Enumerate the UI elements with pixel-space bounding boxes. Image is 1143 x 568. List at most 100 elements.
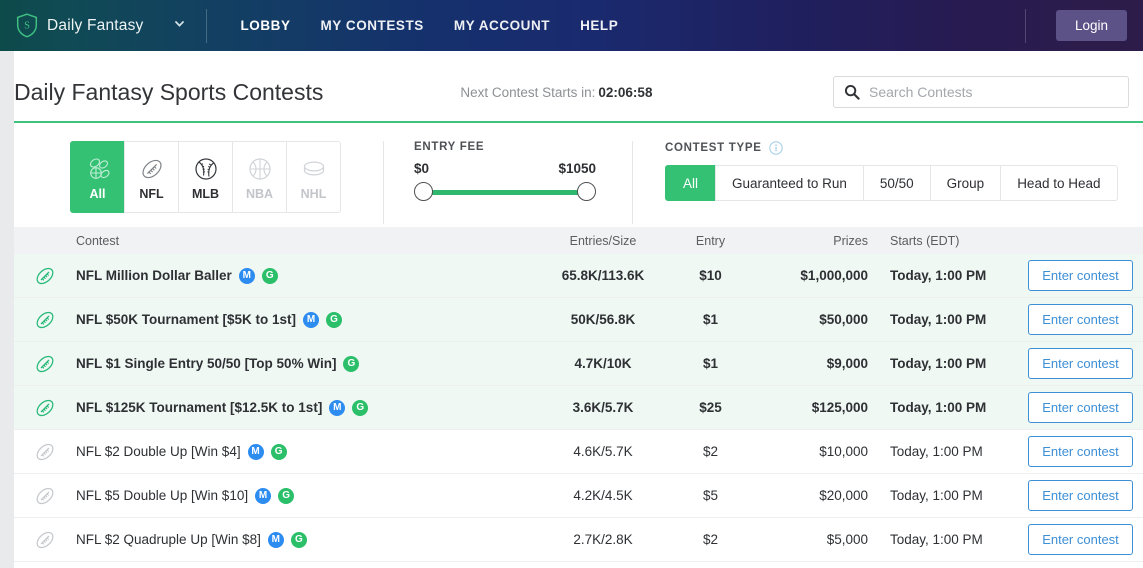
nav-divider	[205, 8, 207, 43]
row-prizes: $10,000	[819, 444, 868, 459]
table-row[interactable]: NFL $50K Tournament [$5K to 1st] M G 50K/56…	[14, 298, 1143, 342]
row-sport-icon-cell	[14, 351, 76, 377]
basketball-icon	[245, 154, 275, 184]
badge-g: G	[343, 355, 360, 372]
info-icon[interactable]	[768, 141, 783, 155]
table-row[interactable]: NFL Million Dollar Baller M G 65.8K/113.6K $…	[14, 254, 1143, 298]
contest-type-all[interactable]: All	[665, 165, 717, 201]
brand-logo[interactable]: S Daily Fantasy	[0, 13, 186, 38]
enter-contest-button[interactable]: Enter contest	[1028, 524, 1133, 555]
badge-g: G	[352, 399, 369, 416]
enter-contest-button[interactable]: Enter contest	[1028, 304, 1133, 335]
enter-contest-button[interactable]: Enter contest	[1028, 436, 1133, 467]
row-entry-fee: $10	[699, 268, 722, 283]
badge-m: M	[238, 267, 255, 284]
header-entry: Entry	[695, 233, 726, 248]
chevron-down-icon[interactable]	[173, 17, 186, 30]
enter-contest-button[interactable]: Enter contest	[1028, 392, 1133, 423]
row-sport-icon-cell	[14, 395, 76, 421]
sport-tab-mlb[interactable]: MLB	[178, 141, 233, 213]
football-icon	[32, 483, 58, 509]
badge-m: M	[255, 487, 272, 504]
row-start-time: Today, 1:00 PM	[890, 268, 987, 283]
entry-fee-slider[interactable]	[414, 182, 596, 202]
login-button[interactable]: Login	[1055, 10, 1127, 41]
row-start-time: Today, 1:00 PM	[890, 532, 983, 547]
contest-name: NFL $1 Single Entry 50/50 [Top 50% Win]	[76, 356, 337, 371]
row-contest-cell: NFL $1 Single Entry 50/50 [Top 50% Win] G	[76, 355, 543, 372]
contest-type-label: CONTEST TYPE	[665, 142, 762, 154]
top-navigation-bar: S Daily Fantasy LOBBY MY CONTESTS MY ACC…	[0, 0, 1143, 51]
search-box[interactable]	[833, 76, 1129, 108]
next-contest-countdown: Next Contest Starts in: 02:06:58	[460, 85, 652, 100]
contest-name: NFL $2 Quadruple Up [Win $8]	[76, 532, 261, 547]
row-start-time: Today, 1:00 PM	[890, 488, 983, 503]
brand-name: Daily Fantasy	[47, 16, 144, 34]
football-icon	[32, 439, 58, 465]
contest-type-head-to-head[interactable]: Head to Head	[1000, 165, 1118, 201]
row-action-cell: Enter contest	[1018, 304, 1143, 335]
nav-link-help[interactable]: HELP	[580, 18, 618, 33]
enter-contest-button[interactable]: Enter contest	[1028, 480, 1133, 511]
row-sport-icon-cell	[14, 527, 76, 553]
entry-fee-filter: ENTRY FEE $0 $1050	[414, 141, 596, 202]
badge-g: G	[326, 311, 343, 328]
filter-divider-1	[383, 141, 384, 224]
sport-tab-label: NHL	[300, 186, 327, 201]
page-header-row: Daily Fantasy Sports Contests Next Conte…	[0, 51, 1143, 113]
row-entry-fee: $1	[702, 356, 719, 371]
contest-type-group[interactable]: Group	[929, 165, 1002, 201]
sport-tab-label: All	[89, 186, 106, 201]
row-start-time: Today, 1:00 PM	[890, 400, 987, 415]
sport-tab-label: NBA	[245, 186, 274, 201]
row-start-time: Today, 1:00 PM	[890, 444, 983, 459]
nav-link-my-contests[interactable]: MY CONTESTS	[321, 18, 424, 33]
table-header-row: Contest Entries/Size Entry Prizes Starts…	[14, 227, 1143, 254]
row-action-cell: Enter contest	[1018, 392, 1143, 423]
all-sports-icon	[83, 154, 113, 184]
contests-table: Contest Entries/Size Entry Prizes Starts…	[14, 227, 1143, 562]
table-row[interactable]: NFL $1 Single Entry 50/50 [Top 50% Win] G…	[14, 342, 1143, 386]
table-row[interactable]: NFL $2 Double Up [Win $4] M G 4.6K/5.7K $2 $1…	[14, 430, 1143, 474]
slider-handle-max[interactable]	[577, 182, 596, 201]
sport-tab-nba[interactable]: NBA	[232, 141, 287, 213]
nav-link-lobby[interactable]: LOBBY	[241, 18, 291, 33]
sport-tab-nhl[interactable]: NHL	[286, 141, 341, 213]
row-sport-icon-cell	[14, 439, 76, 465]
search-input[interactable]	[869, 84, 1118, 100]
contest-type-guaranteed-to-run[interactable]: Guaranteed to Run	[715, 165, 864, 201]
row-action-cell: Enter contest	[1018, 348, 1143, 379]
enter-contest-button[interactable]: Enter contest	[1028, 260, 1133, 291]
sport-tab-all[interactable]: All	[70, 141, 125, 213]
contest-type-options: All Guaranteed to Run 50/50 Group Head t…	[665, 165, 1118, 201]
enter-contest-button[interactable]: Enter contest	[1028, 348, 1133, 379]
row-entries: 4.7K/10K	[574, 356, 632, 371]
badge-m: M	[303, 311, 320, 328]
countdown-label: Next Contest Starts in:	[460, 84, 596, 100]
badge-g: G	[278, 487, 295, 504]
contest-name: NFL Million Dollar Baller	[76, 268, 232, 283]
search-icon	[844, 84, 860, 100]
row-prizes: $50,000	[819, 312, 868, 327]
slider-handle-min[interactable]	[414, 182, 433, 201]
badge-g: G	[270, 443, 287, 460]
nav-link-my-account[interactable]: MY ACCOUNT	[454, 18, 550, 33]
row-sport-icon-cell	[14, 307, 76, 333]
table-row[interactable]: NFL $2 Quadruple Up [Win $8] M G 2.7K/2.8K $…	[14, 518, 1143, 562]
row-prizes: $9,000	[826, 356, 868, 371]
entry-fee-label: ENTRY FEE	[414, 141, 485, 153]
row-entry-fee: $5	[702, 488, 719, 503]
row-action-cell: Enter contest	[1018, 524, 1143, 555]
table-row[interactable]: NFL $125K Tournament [$12.5K to 1st] M G 3.…	[14, 386, 1143, 430]
row-prizes: $20,000	[819, 488, 868, 503]
contest-name: NFL $125K Tournament [$12.5K to 1st]	[76, 400, 323, 415]
row-entry-fee: $2	[702, 444, 719, 459]
sport-tab-nfl[interactable]: NFL	[124, 141, 179, 213]
badge-g: G	[290, 531, 307, 548]
entry-fee-values: $0 $1050	[414, 161, 596, 176]
row-entries: 4.6K/5.7K	[573, 444, 633, 459]
row-entry-fee: $1	[702, 312, 719, 327]
football-icon	[32, 307, 58, 333]
table-row[interactable]: NFL $5 Double Up [Win $10] M G 4.2K/4.5K $5 $…	[14, 474, 1143, 518]
contest-type-50-50[interactable]: 50/50	[862, 165, 931, 201]
